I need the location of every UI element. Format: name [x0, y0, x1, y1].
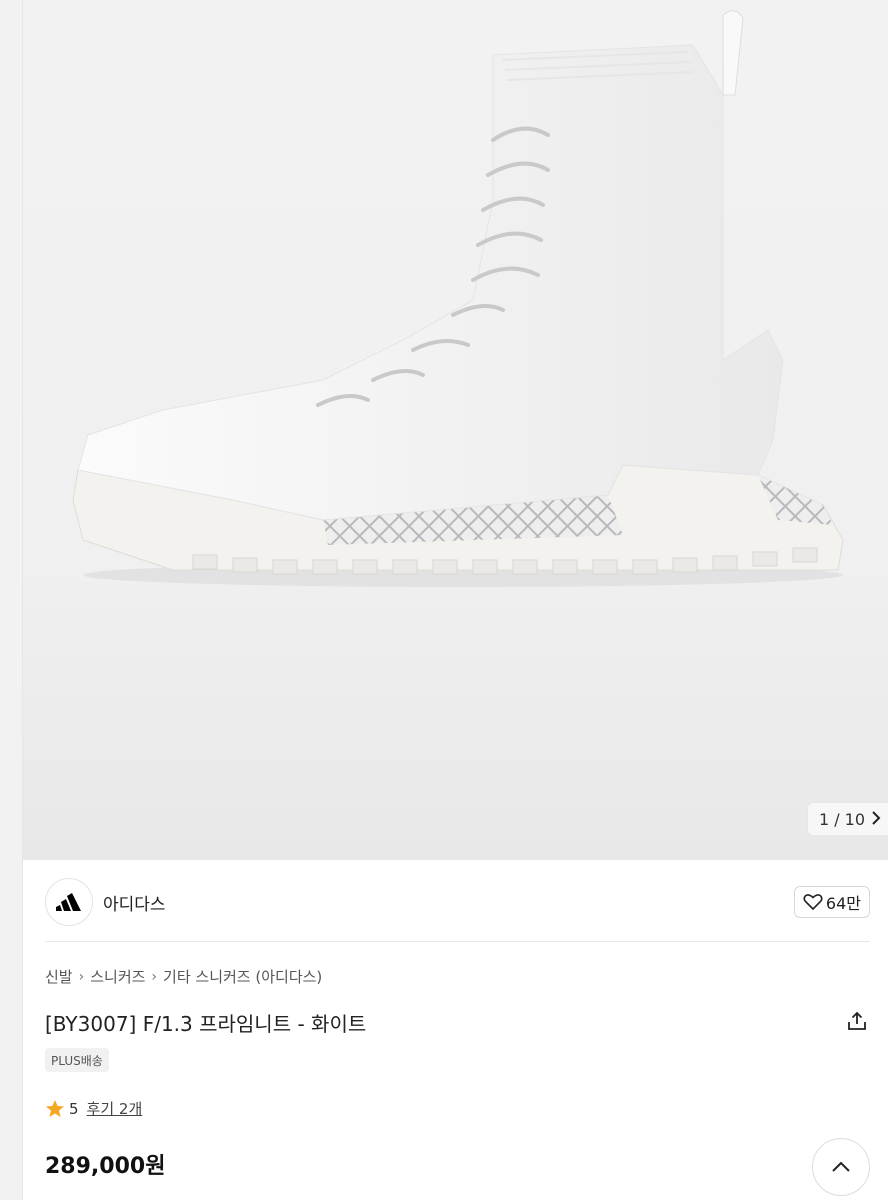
rating-row: 5 후기 2개 [45, 1098, 142, 1119]
breadcrumb-item-shoes[interactable]: 신발 [45, 966, 73, 987]
divider [45, 941, 870, 942]
product-title: [BY3007] F/1.3 프라임니트 - 화이트 [45, 1012, 367, 1036]
chevron-right-icon: › [151, 968, 158, 985]
rating-value: 5 [69, 1099, 79, 1118]
like-button[interactable]: 64만 [793, 886, 870, 918]
heart-icon [803, 894, 823, 911]
scroll-top-button[interactable] [812, 1138, 870, 1196]
chevron-right-icon: › [78, 968, 85, 985]
product-price: 289,000원 [45, 1154, 166, 1179]
breadcrumb: 신발 › 스니커즈 › 기타 스니커즈 (아디다스) [45, 966, 322, 987]
left-edge-panel [0, 0, 23, 1200]
brand-row: 아디다스 64만 [45, 878, 870, 926]
chevron-up-icon [832, 1161, 850, 1172]
share-icon[interactable] [844, 1008, 870, 1034]
star-icon [46, 1099, 64, 1117]
breadcrumb-item-sneakers[interactable]: 스니커즈 [90, 966, 145, 987]
adidas-logo[interactable] [45, 878, 93, 926]
reviews-link[interactable]: 후기 2개 [87, 1098, 143, 1119]
like-count: 64만 [825, 894, 861, 913]
plus-delivery-badge: PLUS배송 [45, 1048, 109, 1072]
brand-name[interactable]: 아디다스 [103, 890, 166, 915]
breadcrumb-item-other-sneakers[interactable]: 기타 스니커즈 (아디다스) [163, 966, 322, 987]
product-image-gallery[interactable]: 1 / 10 [23, 0, 888, 860]
image-counter[interactable]: 1 / 10 [807, 802, 888, 836]
product-image [72, 10, 844, 587]
chevron-right-icon[interactable] [871, 810, 881, 829]
image-counter-text: 1 / 10 [818, 809, 866, 829]
